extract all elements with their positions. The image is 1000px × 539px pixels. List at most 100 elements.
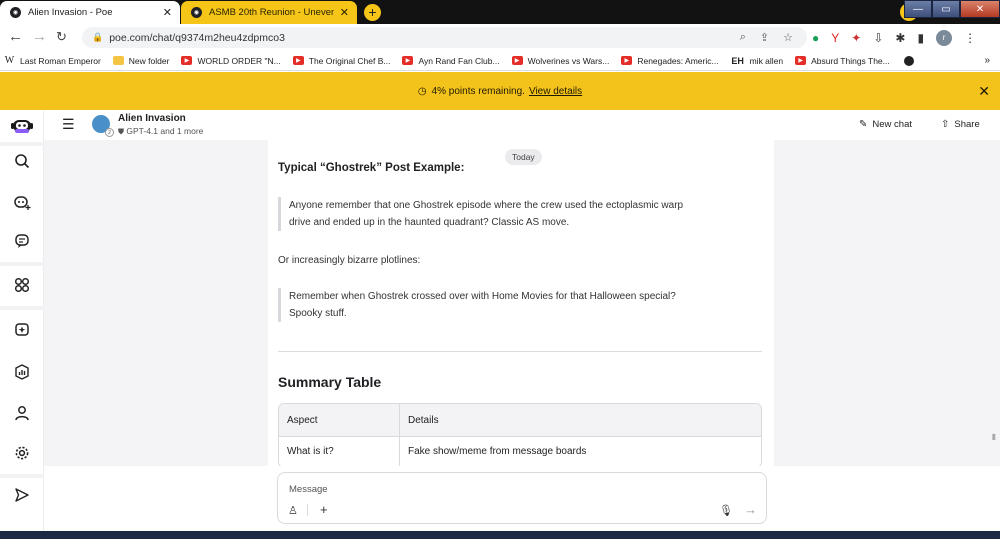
- message-heading: Typical “Ghostrek” Post Example:: [278, 162, 465, 174]
- summary-table: Aspect Details What is it? Fake show/mem…: [278, 403, 762, 466]
- url-text: poe.com/chat/q9374m2heu4zdpmco3: [109, 31, 285, 44]
- reload-icon[interactable]: ↻: [56, 29, 67, 45]
- bot-avatar[interactable]: 2: [92, 115, 114, 137]
- summary-heading: Summary Table: [278, 374, 382, 390]
- tab-title: ASMB 20th Reunion - UnevenEdge: [209, 7, 334, 18]
- close-banner-icon[interactable]: ✕: [978, 83, 990, 100]
- menu-kebab-icon[interactable]: ⋮: [964, 31, 976, 45]
- blockquote: Remember when Ghostrek crossed over with…: [278, 288, 748, 322]
- pencil-icon: ✎: [859, 119, 868, 130]
- extensions-area: ● Y ✦ ⇩ ✱ ▮ r ⋮: [812, 28, 976, 48]
- explore-icon[interactable]: [9, 272, 35, 298]
- sidepanel-icon[interactable]: ▮: [917, 31, 924, 45]
- youtube-icon: ▶: [402, 56, 414, 65]
- create-icon[interactable]: [9, 317, 35, 343]
- points-text: 4% points remaining.: [431, 85, 525, 97]
- youtube-icon: ▶: [511, 56, 523, 65]
- menu-hamburger-icon[interactable]: ☰: [62, 116, 75, 133]
- poe-favicon-icon: ◉: [10, 7, 21, 18]
- leaderboard-icon[interactable]: [9, 359, 35, 385]
- composer-divider: [307, 504, 308, 516]
- divider: [278, 351, 762, 352]
- message-composer[interactable]: Message ♙ + 🎙 →: [277, 472, 767, 524]
- table-header-cell: Details: [408, 414, 439, 426]
- new-bot-icon[interactable]: [9, 190, 35, 216]
- folder-icon: [112, 56, 124, 65]
- zoom-icon[interactable]: ⌕: [740, 31, 746, 44]
- table-cell: What is it?: [279, 437, 400, 466]
- send-arrow-icon[interactable]: →: [744, 502, 757, 517]
- maximize-button[interactable]: ▭: [932, 0, 960, 18]
- poe-logo-icon[interactable]: [9, 113, 35, 139]
- bookmark-item[interactable]: ▶ The Original Chef B...: [292, 56, 390, 66]
- megaphone-icon[interactable]: ✦: [851, 31, 861, 45]
- bookmark-item[interactable]: ▶ Absurd Things The...: [795, 56, 890, 66]
- tab-alien-invasion[interactable]: ◉ Alien Invasion - Poe ✕: [0, 1, 180, 24]
- send-feedback-icon[interactable]: [9, 482, 35, 508]
- table-cell: Fake show/meme from message boards: [408, 446, 587, 457]
- profile-avatar[interactable]: r: [936, 30, 953, 46]
- globe-icon[interactable]: [903, 55, 914, 66]
- chat-header: ☰ 2 Alien Invasion ⛊ GPT-4.1 and 1 more …: [44, 110, 1000, 140]
- table-header-cell: Aspect: [279, 404, 400, 436]
- bookmark-item[interactable]: ▶ Wolverines vs Wars...: [511, 56, 609, 66]
- tab-asmb-reunion[interactable]: ◉ ASMB 20th Reunion - UnevenEdge ✕: [181, 1, 357, 24]
- new-chat-button[interactable]: ✎ New chat: [859, 119, 912, 130]
- bookmark-item[interactable]: ▶ Ayn Rand Fan Club...: [402, 56, 500, 66]
- extensions-puzzle-icon[interactable]: ✱: [895, 31, 905, 45]
- download-icon[interactable]: ⇩: [873, 31, 883, 45]
- bot-name[interactable]: Alien Invasion: [118, 113, 186, 124]
- more-bookmarks-icon[interactable]: »: [984, 55, 990, 66]
- bookmark-star-icon[interactable]: ☆: [783, 31, 793, 44]
- settings-gear-icon[interactable]: [9, 440, 35, 466]
- youtube-icon: ▶: [795, 56, 807, 65]
- minimize-button[interactable]: —: [904, 0, 932, 18]
- search-icon[interactable]: [9, 148, 35, 174]
- attach-plus-icon[interactable]: +: [320, 502, 328, 517]
- points-banner: ◷ 4% points remaining. View details ✕: [0, 72, 1000, 110]
- share-page-icon[interactable]: ⇪: [760, 31, 769, 44]
- bookmark-item[interactable]: New folder: [112, 56, 169, 66]
- bot-subtitle: ⛊ GPT-4.1 and 1 more: [118, 126, 204, 136]
- bot-count-badge: 2: [105, 128, 114, 137]
- left-nav-rail: [0, 110, 44, 539]
- address-bar[interactable]: 🔒 poe.com/chat/q9374m2heu4zdpmco3 ⌕ ⇪ ☆: [82, 27, 807, 48]
- close-tab-icon[interactable]: ✕: [163, 6, 172, 19]
- share-button[interactable]: ⇧ Share: [941, 119, 980, 130]
- back-arrow-icon[interactable]: ←: [8, 28, 23, 45]
- window-controls: — ▭ ✕: [904, 0, 1000, 18]
- site-favicon-icon: ◉: [191, 7, 202, 18]
- message-paragraph: Or increasingly bizarre plotlines:: [278, 255, 421, 266]
- blockquote: Anyone remember that one Ghostrek episod…: [278, 197, 748, 231]
- forward-arrow-icon[interactable]: →: [32, 28, 47, 45]
- scroll-indicator[interactable]: ▮: [992, 432, 996, 441]
- close-window-button[interactable]: ✕: [960, 0, 1000, 18]
- bookmark-item[interactable]: W Last Roman Emperor: [4, 55, 101, 66]
- chats-icon[interactable]: [9, 228, 35, 254]
- table-header-row: Aspect Details: [279, 404, 761, 437]
- microphone-icon[interactable]: 🎙: [719, 504, 733, 517]
- close-tab-icon[interactable]: ✕: [340, 6, 349, 19]
- grammarly-icon[interactable]: ●: [812, 31, 819, 45]
- bookmark-item[interactable]: ▶ WORLD ORDER "N...: [181, 56, 281, 66]
- table-row: What is it? Fake show/meme from message …: [279, 437, 761, 466]
- y-extension-icon[interactable]: Y: [831, 31, 839, 45]
- bookmarks-bar: W Last Roman Emperor New folder ▶ WORLD OR…: [0, 51, 1000, 71]
- bot-picker-icon[interactable]: ♙: [288, 504, 298, 517]
- youtube-icon: ▶: [292, 56, 304, 65]
- bookmark-item[interactable]: EH mik allen: [731, 55, 783, 66]
- profile-icon[interactable]: [9, 400, 35, 426]
- clock-icon: ◷: [417, 85, 427, 97]
- browser-toolbar: ← → ↻ 🔒 poe.com/chat/q9374m2heu4zdpmco3 …: [0, 24, 1000, 51]
- youtube-icon: ▶: [181, 56, 193, 65]
- message-input[interactable]: Message: [289, 484, 328, 495]
- youtube-icon: ▶: [621, 56, 633, 65]
- new-tab-button[interactable]: +: [364, 4, 381, 21]
- share-icon: ⇧: [941, 119, 950, 130]
- view-details-link[interactable]: View details: [529, 86, 582, 97]
- browser-tab-strip: ◉ Alien Invasion - Poe ✕ ◉ ASMB 20th Reu…: [0, 0, 1000, 24]
- eh-icon: EH: [731, 55, 744, 66]
- bookmark-item[interactable]: ▶ Renegades: Americ...: [621, 56, 719, 66]
- os-taskbar: [0, 531, 1000, 539]
- shield-icon: ⛊: [118, 127, 124, 136]
